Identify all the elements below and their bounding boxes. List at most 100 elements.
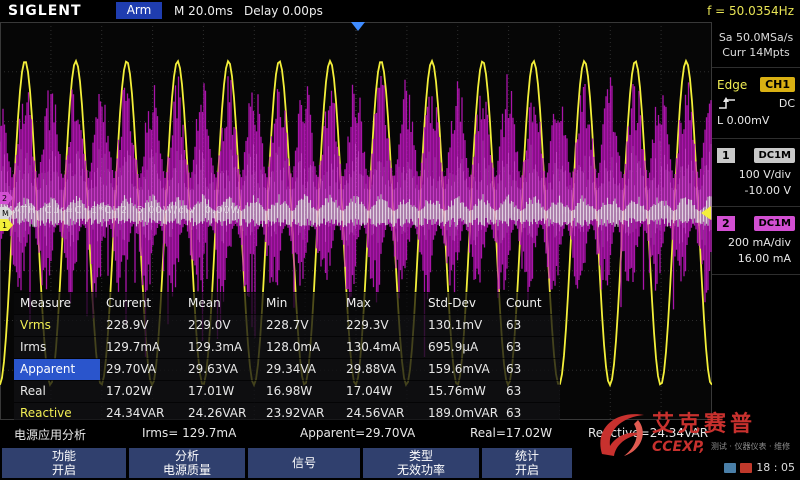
- value-count: 63: [500, 359, 544, 380]
- value-min: 128.0mA: [260, 337, 340, 358]
- value-max: 17.04W: [340, 381, 422, 402]
- col-mean: Mean: [182, 293, 260, 314]
- value-min: 16.98W: [260, 381, 340, 402]
- softkey-label: 分析: [175, 449, 199, 463]
- value-count: 63: [500, 381, 544, 402]
- value-current: 17.02W: [100, 381, 182, 402]
- irms-readout: Irms= 129.7mA: [142, 426, 236, 440]
- value-mean: 229.0V: [182, 315, 260, 336]
- rising-edge-icon: [717, 96, 737, 110]
- value-stddev: 130.1mV: [422, 315, 500, 336]
- col-measure: Measure: [14, 293, 100, 314]
- right-info-panel: Sa 50.0MSa/s Curr 14Mpts Edge CH1 DC L 0…: [712, 22, 800, 420]
- analysis-title: 电源应用分析: [14, 426, 86, 443]
- waveform-display-area: 2M1 MATH Cur=CH1*CH2 5.00W/div 0.00W Mea…: [0, 22, 712, 420]
- softkey-signal[interactable]: 信号: [248, 448, 360, 478]
- table-row-irms: Irms 129.7mA 129.3mA 128.0mA 130.4mA 695…: [14, 336, 560, 358]
- table-row-real: Real 17.02W 17.01W 16.98W 17.04W 15.76mW…: [14, 380, 560, 402]
- timebase-readout: M 20.0ms: [174, 4, 233, 18]
- softkey-label: 信号: [292, 456, 316, 470]
- value-min: 228.7V: [260, 315, 340, 336]
- measure-table-header: Measure Current Mean Min Max Std-Dev Cou…: [14, 292, 560, 314]
- channel1-number-badge: 1: [717, 148, 735, 163]
- value-min: 29.34VA: [260, 359, 340, 380]
- softkey-label: 功能: [52, 449, 76, 463]
- sample-rate-readout: Sa 50.0MSa/s: [714, 30, 798, 45]
- col-current: Current: [100, 293, 182, 314]
- softkey-value: 开启: [515, 463, 539, 477]
- channel1-scale-readout: 100 V/div: [717, 167, 795, 183]
- softkey-value: 无效功率: [397, 463, 445, 477]
- value-current: 129.7mA: [100, 337, 182, 358]
- value-stddev: 15.76mW: [422, 381, 500, 402]
- value-count: 63: [500, 315, 544, 336]
- acquisition-info: Sa 50.0MSa/s Curr 14Mpts: [712, 22, 800, 68]
- value-mean: 29.63VA: [182, 359, 260, 380]
- col-count: Count: [500, 293, 544, 314]
- channel2-number-badge: 2: [717, 216, 735, 231]
- value-max: 130.4mA: [340, 337, 422, 358]
- channel2-scale-readout: 200 mA/div: [717, 235, 795, 251]
- measure-name: Reactive: [14, 403, 100, 420]
- softkey-value: 开启: [52, 463, 76, 477]
- clock-time: 18 : 05: [756, 461, 795, 474]
- channel1-offset-readout: -10.00 V: [717, 183, 795, 199]
- apparent-power-readout: Apparent=29.70VA: [300, 426, 415, 440]
- table-row-vrms: Vrms 228.9V 229.0V 228.7V 229.3V 130.1mV…: [14, 314, 560, 336]
- value-current: 228.9V: [100, 315, 182, 336]
- siglent-logo: SIGLENT: [8, 3, 82, 19]
- math-trace-label: MATH Cur=CH1*CH2 5.00W/div 0.00W: [4, 205, 242, 216]
- col-stddev: Std-Dev: [422, 293, 500, 314]
- softkey-value: 电源质量: [163, 463, 211, 477]
- trigger-source-badge: CH1: [760, 77, 795, 92]
- value-mean: 129.3mA: [182, 337, 260, 358]
- delay-readout: Delay 0.00ps: [244, 4, 323, 18]
- value-max: 29.88VA: [340, 359, 422, 380]
- measure-name: Vrms: [14, 315, 100, 336]
- softkey-statistics[interactable]: 统计 开启: [482, 448, 572, 478]
- record-status-icon: [740, 463, 752, 473]
- softkey-analysis[interactable]: 分析 电源质量: [129, 448, 245, 478]
- measure-statistics-table: Measure Current Mean Min Max Std-Dev Cou…: [14, 292, 560, 420]
- channel2-coupling-badge: DC1M: [754, 216, 795, 231]
- channel2-panel[interactable]: 2 DC1M 200 mA/div 16.00 mA: [712, 207, 800, 275]
- value-current: 29.70VA: [100, 359, 182, 380]
- trigger-coupling-label: DC: [779, 97, 795, 110]
- table-row-reactive: Reactive 24.34VAR 24.26VAR 23.92VAR 24.5…: [14, 402, 560, 420]
- svg-text:2: 2: [2, 194, 7, 203]
- channel1-coupling-badge: DC1M: [754, 148, 795, 163]
- top-status-bar: SIGLENT Arm M 20.0ms Delay 0.00ps f = 50…: [0, 0, 800, 22]
- softkey-type[interactable]: 类型 无效功率: [363, 448, 479, 478]
- acquisition-state-badge: Arm: [116, 2, 162, 19]
- trigger-panel[interactable]: Edge CH1 DC L 0.00mV: [712, 68, 800, 139]
- value-max: 24.56VAR: [340, 403, 422, 420]
- value-count: 63: [500, 403, 544, 420]
- measure-name: Apparent: [14, 359, 100, 380]
- col-min: Min: [260, 293, 340, 314]
- svg-text:1: 1: [2, 221, 7, 230]
- col-max: Max: [340, 293, 422, 314]
- softkey-menu-bar: 功能 开启 分析 电源质量 信号 类型 无效功率 统计 开启: [0, 446, 800, 480]
- value-stddev: 189.0mVAR: [422, 403, 500, 420]
- softkey-function[interactable]: 功能 开启: [2, 448, 126, 478]
- real-power-readout: Real=17.02W: [470, 426, 552, 440]
- reactive-power-readout: Reactive=24.34VAR: [588, 426, 708, 440]
- power-analysis-status-bar: 电源应用分析 Irms= 129.7mA Apparent=29.70VA Re…: [0, 420, 800, 446]
- memory-depth-readout: Curr 14Mpts: [714, 45, 798, 60]
- clock-area: 18 : 05: [724, 461, 795, 474]
- channel1-panel[interactable]: 1 DC1M 100 V/div -10.00 V: [712, 139, 800, 207]
- usb-device-icon: [724, 463, 736, 473]
- value-stddev: 159.6mVA: [422, 359, 500, 380]
- value-stddev: 695.9µA: [422, 337, 500, 358]
- value-max: 229.3V: [340, 315, 422, 336]
- channel2-offset-readout: 16.00 mA: [717, 251, 795, 267]
- value-count: 63: [500, 337, 544, 358]
- measure-name: Irms: [14, 337, 100, 358]
- softkey-label: 类型: [409, 449, 433, 463]
- measure-name: Real: [14, 381, 100, 402]
- frequency-counter: f = 50.0354Hz: [707, 4, 794, 18]
- value-mean: 24.26VAR: [182, 403, 260, 420]
- table-row-apparent: Apparent 29.70VA 29.63VA 29.34VA 29.88VA…: [14, 358, 560, 380]
- trigger-mode-label: Edge: [717, 78, 747, 92]
- value-mean: 17.01W: [182, 381, 260, 402]
